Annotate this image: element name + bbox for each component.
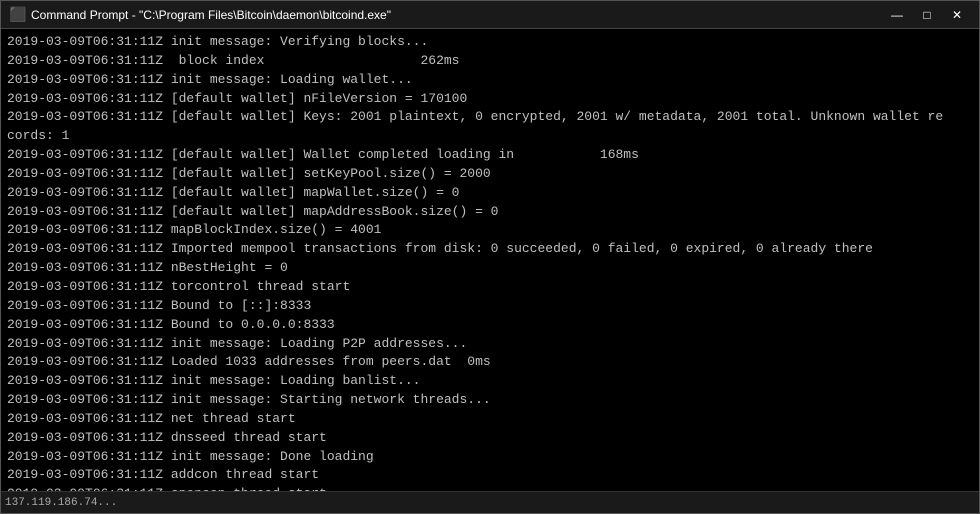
terminal-line: 2019-03-09T06:31:11Z block index 262ms bbox=[7, 52, 973, 71]
terminal-line: 2019-03-09T06:31:11Z addcon thread start bbox=[7, 466, 973, 485]
terminal-line: cords: 1 bbox=[7, 127, 973, 146]
titlebar: ⬛ Command Prompt - "C:\Program Files\Bit… bbox=[1, 1, 979, 29]
maximize-button[interactable]: □ bbox=[913, 4, 941, 26]
terminal-line: 2019-03-09T06:31:11Z Bound to [::]:8333 bbox=[7, 297, 973, 316]
terminal-line: 2019-03-09T06:31:11Z Loaded 1033 address… bbox=[7, 353, 973, 372]
window-controls: — □ ✕ bbox=[883, 4, 971, 26]
terminal-line: 2019-03-09T06:31:11Z [default wallet] nF… bbox=[7, 90, 973, 109]
terminal-line: 2019-03-09T06:31:11Z init message: Loadi… bbox=[7, 372, 973, 391]
close-button[interactable]: ✕ bbox=[943, 4, 971, 26]
terminal-line: 2019-03-09T06:31:11Z init message: Done … bbox=[7, 448, 973, 467]
app-icon: ⬛ bbox=[9, 7, 25, 23]
terminal-line: 2019-03-09T06:31:11Z init message: Verif… bbox=[7, 33, 973, 52]
taskbar-text: 137.119.186.74... bbox=[5, 497, 117, 509]
terminal-line: 2019-03-09T06:31:11Z [default wallet] Wa… bbox=[7, 146, 973, 165]
terminal-line: 2019-03-09T06:31:11Z [default wallet] se… bbox=[7, 165, 973, 184]
terminal-line: 2019-03-09T06:31:11Z dnsseed thread star… bbox=[7, 429, 973, 448]
terminal-line: 2019-03-09T06:31:11Z [default wallet] Ke… bbox=[7, 108, 973, 127]
minimize-button[interactable]: — bbox=[883, 4, 911, 26]
terminal-line: 2019-03-09T06:31:11Z net thread start bbox=[7, 410, 973, 429]
window-title: Command Prompt - "C:\Program Files\Bitco… bbox=[31, 8, 391, 22]
terminal-line: 2019-03-09T06:31:11Z init message: Loadi… bbox=[7, 335, 973, 354]
terminal-line: 2019-03-09T06:31:11Z nBestHeight = 0 bbox=[7, 259, 973, 278]
terminal-line: 2019-03-09T06:31:11Z Bound to 0.0.0.0:83… bbox=[7, 316, 973, 335]
terminal-line: 2019-03-09T06:31:11Z [default wallet] ma… bbox=[7, 184, 973, 203]
terminal-line: 2019-03-09T06:31:11Z init message: Loadi… bbox=[7, 71, 973, 90]
terminal-line: 2019-03-09T06:31:11Z [default wallet] ma… bbox=[7, 203, 973, 222]
terminal-line: 2019-03-09T06:31:11Z Imported mempool tr… bbox=[7, 240, 973, 259]
terminal-line: 2019-03-09T06:31:11Z torcontrol thread s… bbox=[7, 278, 973, 297]
terminal-output: 2019-03-09T06:31:11Z init message: Verif… bbox=[1, 29, 979, 491]
terminal-line: 2019-03-09T06:31:11Z mapBlockIndex.size(… bbox=[7, 221, 973, 240]
titlebar-left: ⬛ Command Prompt - "C:\Program Files\Bit… bbox=[9, 7, 391, 23]
taskbar: 137.119.186.74... bbox=[1, 491, 979, 513]
window: ⬛ Command Prompt - "C:\Program Files\Bit… bbox=[0, 0, 980, 514]
terminal-line: 2019-03-09T06:31:11Z init message: Start… bbox=[7, 391, 973, 410]
